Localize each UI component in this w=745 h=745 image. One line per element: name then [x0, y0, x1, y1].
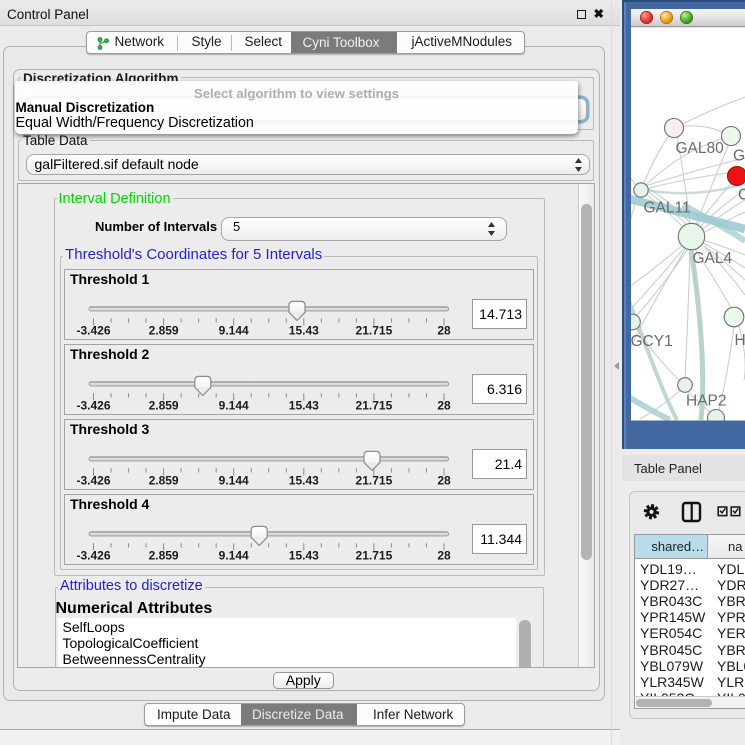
svg-text:15.43: 15.43	[289, 474, 319, 488]
svg-text:21.715: 21.715	[356, 549, 393, 563]
svg-text:2.859: 2.859	[149, 324, 179, 338]
svg-text:-3.426: -3.426	[76, 399, 110, 413]
svg-text:21.715: 21.715	[356, 399, 393, 413]
svg-text:15.43: 15.43	[289, 549, 319, 563]
svg-text:GCY1: GCY1	[631, 333, 673, 350]
svg-text:-3.426: -3.426	[76, 474, 110, 488]
svg-text:-3.426: -3.426	[76, 324, 110, 338]
svg-text:28: 28	[437, 549, 451, 563]
svg-text:9.144: 9.144	[219, 549, 249, 563]
svg-text:2.859: 2.859	[149, 474, 179, 488]
svg-text:GAL4: GAL4	[693, 250, 733, 267]
svg-text:2.859: 2.859	[149, 399, 179, 413]
svg-text:GA: GA	[733, 148, 745, 165]
svg-text:9.144: 9.144	[219, 324, 249, 338]
svg-text:H: H	[735, 332, 745, 349]
svg-text:-3.426: -3.426	[76, 549, 110, 563]
svg-text:C: C	[738, 187, 745, 204]
svg-text:HAP2: HAP2	[686, 393, 727, 410]
svg-text:15.43: 15.43	[289, 324, 319, 338]
svg-text:28: 28	[437, 399, 451, 413]
svg-text:2.859: 2.859	[149, 549, 179, 563]
svg-text:GAL80: GAL80	[676, 140, 725, 157]
svg-text:GAL11: GAL11	[644, 200, 691, 217]
svg-text:9.144: 9.144	[219, 474, 249, 488]
svg-text:21.715: 21.715	[356, 324, 393, 338]
svg-text:28: 28	[437, 324, 451, 338]
svg-text:28: 28	[437, 474, 451, 488]
svg-text:21.715: 21.715	[356, 474, 393, 488]
svg-text:9.144: 9.144	[219, 399, 249, 413]
svg-text:15.43: 15.43	[289, 399, 319, 413]
